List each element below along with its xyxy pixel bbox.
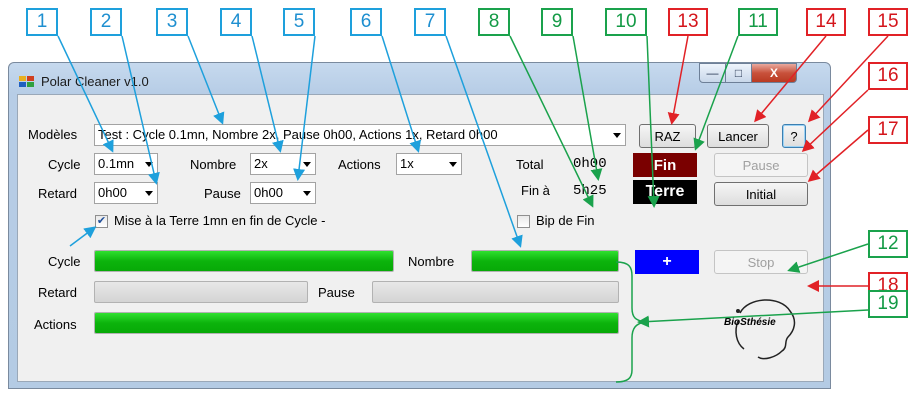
biosthesie-logo	[735, 299, 796, 360]
nombre-label: Nombre	[190, 157, 237, 172]
pause-value: 0h00	[254, 185, 283, 200]
modeles-value: Test : Cycle 0.1mn, Nombre 2x, Pause 0h0…	[98, 127, 498, 142]
callout-2: 2	[90, 8, 122, 36]
retard-select[interactable]: 0h00	[94, 182, 158, 204]
callout-10: 10	[605, 8, 647, 36]
callout-19: 19	[868, 290, 908, 318]
nombre-progress-label: Nombre	[408, 254, 455, 269]
callout-16: 16	[868, 62, 908, 90]
raz-button[interactable]: RAZ	[639, 124, 696, 148]
help-button[interactable]: ?	[782, 124, 806, 148]
close-button[interactable]: X	[751, 63, 797, 83]
app-window: Polar Cleaner v1.0 — □ X Modèles Test : …	[8, 62, 831, 389]
callout-17: 17	[868, 116, 908, 144]
pause-label: Pause	[204, 186, 241, 201]
chevron-down-icon	[303, 191, 311, 196]
cycle-value: 0.1mn	[98, 156, 135, 171]
terre-checkbox[interactable]: ✔	[95, 215, 108, 228]
retard-label: Retard	[38, 186, 78, 201]
check-icon: ✔	[96, 215, 107, 227]
nombre-progress-bar	[471, 250, 619, 272]
minimize-icon: —	[706, 66, 719, 80]
chevron-down-icon	[145, 191, 153, 196]
actions-label: Actions	[338, 157, 381, 172]
actions-progress-fill	[95, 313, 618, 333]
client-area: Modèles Test : Cycle 0.1mn, Nombre 2x, P…	[17, 94, 824, 382]
actions-progress-label: Actions	[34, 317, 77, 332]
cycle-label: Cycle	[48, 157, 81, 172]
fin-a-value: 5h25	[573, 183, 607, 199]
title-bar: Polar Cleaner v1.0 — □ X	[9, 63, 830, 95]
app-icon	[19, 76, 34, 87]
pause-progress-bar	[372, 281, 619, 303]
maximize-icon: □	[734, 66, 743, 80]
pause-progress-label: Pause	[318, 285, 355, 300]
chevron-down-icon	[303, 162, 311, 167]
pause-select[interactable]: 0h00	[250, 182, 316, 204]
pause-button[interactable]: Pause	[714, 153, 808, 177]
bip-checkbox[interactable]	[517, 215, 530, 228]
callout-1: 1	[26, 8, 58, 36]
modeles-label: Modèles	[28, 127, 78, 142]
nombre-select[interactable]: 2x	[250, 153, 316, 175]
stop-button[interactable]: Stop	[714, 250, 808, 274]
total-value: 0h00	[573, 156, 607, 172]
retard-progress-label: Retard	[38, 285, 78, 300]
total-label: Total	[516, 157, 544, 172]
callout-3: 3	[156, 8, 188, 36]
callout-15: 15	[868, 8, 908, 36]
terre-indicator: Terre	[633, 180, 697, 204]
cycle-progress-bar	[94, 250, 394, 272]
lancer-button[interactable]: Lancer	[707, 124, 769, 148]
callout-12: 12	[868, 230, 908, 258]
fin-indicator: Fin	[633, 153, 697, 177]
callout-8: 8	[478, 8, 510, 36]
chevron-down-icon	[145, 162, 153, 167]
nombre-progress-fill	[472, 251, 618, 271]
terre-checkbox-label: Mise à la Terre 1mn en fin de Cycle -	[114, 213, 326, 228]
actions-value: 1x	[400, 156, 414, 171]
retard-value: 0h00	[98, 185, 127, 200]
logo-text: BioSthésie	[724, 317, 776, 328]
fin-a-label: Fin à	[521, 183, 550, 198]
retard-progress-bar	[94, 281, 308, 303]
plus-indicator[interactable]: +	[635, 250, 699, 274]
window-title: Polar Cleaner v1.0	[41, 74, 149, 89]
actions-progress-bar	[94, 312, 619, 334]
callout-7: 7	[414, 8, 446, 36]
cycle-progress-label: Cycle	[48, 254, 81, 269]
nombre-value: 2x	[254, 156, 268, 171]
minimize-button[interactable]: —	[699, 63, 726, 83]
cycle-progress-fill	[95, 251, 393, 271]
chevron-down-icon	[449, 162, 457, 167]
callout-4: 4	[220, 8, 252, 36]
close-icon: X	[769, 66, 778, 80]
callout-13: 13	[668, 8, 708, 36]
chevron-down-icon	[613, 133, 621, 138]
maximize-button[interactable]: □	[725, 63, 752, 83]
bip-checkbox-label: Bip de Fin	[536, 213, 595, 228]
callout-9: 9	[541, 8, 573, 36]
initial-button[interactable]: Initial	[714, 182, 808, 206]
cycle-select[interactable]: 0.1mn	[94, 153, 158, 175]
callout-6: 6	[350, 8, 382, 36]
callout-11: 11	[738, 8, 778, 36]
modeles-select[interactable]: Test : Cycle 0.1mn, Nombre 2x, Pause 0h0…	[94, 124, 626, 146]
callout-14: 14	[806, 8, 846, 36]
callout-5: 5	[283, 8, 315, 36]
actions-select[interactable]: 1x	[396, 153, 462, 175]
